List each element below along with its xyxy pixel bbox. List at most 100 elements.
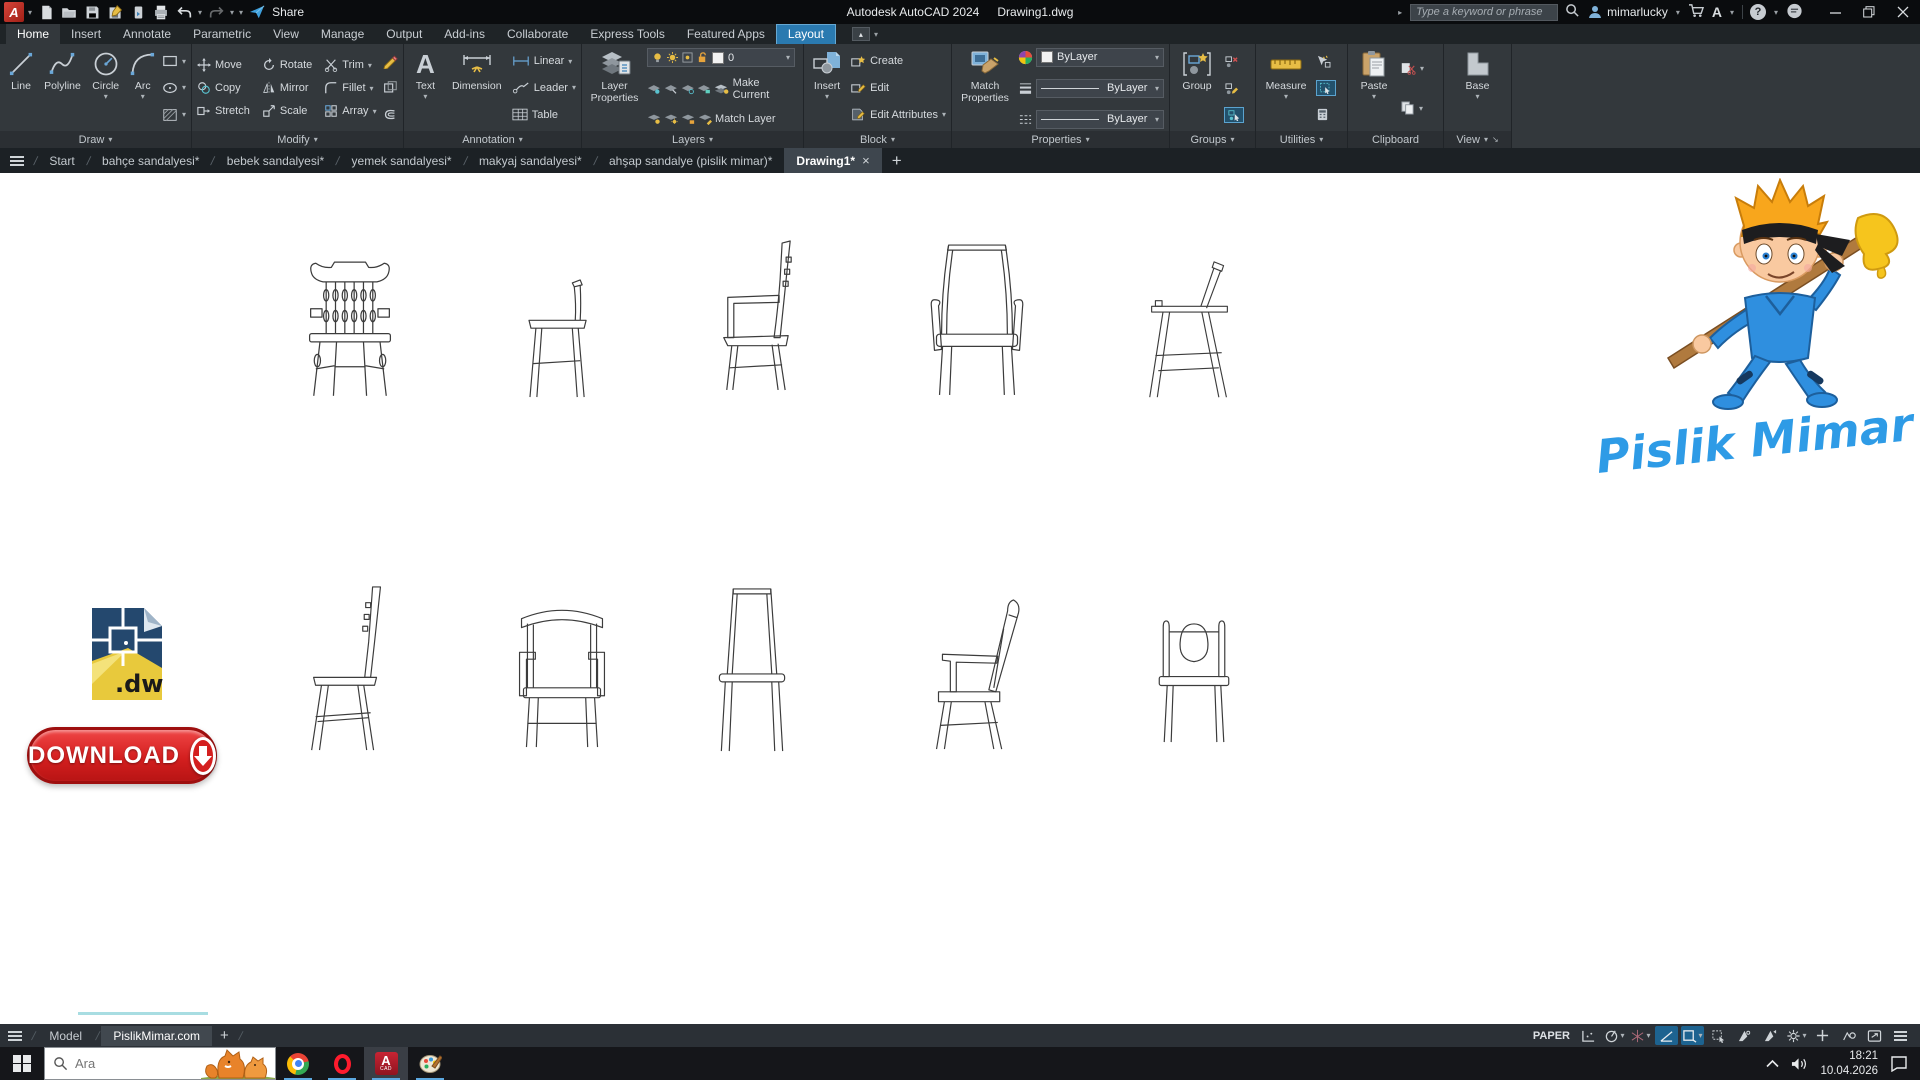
drawing-canvas[interactable]: Pislik Mimar .dwg DOWNLOAD <box>0 173 1920 1024</box>
chair-drawing-armchair-front[interactable] <box>928 239 1026 404</box>
panel-label-properties[interactable]: Properties▾ <box>952 131 1169 148</box>
annotation-visibility-toggle[interactable] <box>1733 1026 1756 1045</box>
match-layer-button[interactable]: Match Layer <box>715 113 776 125</box>
stretch-button[interactable]: Stretch <box>197 102 250 120</box>
taskbar-paint-icon[interactable] <box>408 1047 452 1080</box>
measure-button[interactable]: Measure▾ <box>1261 47 1311 129</box>
minimize-button[interactable] <box>1818 0 1852 24</box>
arc-button[interactable]: Arc▾ <box>129 47 157 129</box>
leader-button[interactable]: Leader▾ <box>512 79 576 97</box>
linear-dimension-button[interactable]: Linear▾ <box>512 52 576 70</box>
model-tab[interactable]: Model <box>37 1026 94 1046</box>
taskbar-autocad-icon[interactable]: ACAD <box>364 1047 408 1080</box>
taskbar-clock[interactable]: 18:21 10.04.2026 <box>1820 1049 1878 1078</box>
redo-icon[interactable] <box>206 2 226 22</box>
calculator-button[interactable] <box>1316 105 1336 123</box>
file-tabs-menu-icon[interactable] <box>0 148 34 173</box>
rotate-button[interactable]: Rotate <box>262 56 312 74</box>
tab-view[interactable]: View <box>262 24 310 44</box>
taskbar-chrome-icon[interactable] <box>276 1047 320 1080</box>
panel-label-annotation[interactable]: Annotation▾ <box>404 131 581 148</box>
layer-select[interactable]: 0 ▾ <box>647 48 795 67</box>
help-dropdown-icon[interactable]: ▾ <box>1773 8 1779 17</box>
object-snap-toggle[interactable]: ▾ <box>1681 1026 1704 1045</box>
taskbar-search[interactable] <box>44 1047 276 1080</box>
cart-icon[interactable] <box>1688 3 1705 21</box>
customization-menu-icon[interactable] <box>1889 1026 1912 1045</box>
quick-calc-button[interactable] <box>1316 80 1336 96</box>
group-selection-toggle[interactable] <box>1224 107 1244 123</box>
mirror-button[interactable]: Mirror <box>262 79 312 97</box>
chair-drawing-oval-back-front[interactable] <box>1150 615 1238 753</box>
quick-select-button[interactable] <box>1316 53 1336 71</box>
tab-add-ins[interactable]: Add-ins <box>433 24 496 44</box>
dynamic-input-toggle[interactable]: ▾ <box>1603 1026 1626 1045</box>
chair-drawing-ladder-side[interactable] <box>300 583 398 761</box>
new-file-icon[interactable] <box>36 2 56 22</box>
array-button[interactable]: Array▾ <box>324 102 376 120</box>
new-layout-button[interactable]: + <box>212 1027 237 1044</box>
tab-manage[interactable]: Manage <box>310 24 375 44</box>
save-as-icon[interactable] <box>105 2 125 22</box>
tab-express-tools[interactable]: Express Tools <box>579 24 675 44</box>
polar-tracking-toggle[interactable] <box>1655 1026 1678 1045</box>
cut-button[interactable]: ▾ <box>1400 59 1424 77</box>
plus-button[interactable] <box>1811 1026 1834 1045</box>
autocad-app-icon[interactable]: A <box>4 2 24 22</box>
panel-label-block[interactable]: Block▾ <box>804 131 951 148</box>
new-drawing-button[interactable]: + <box>882 148 912 173</box>
panel-label-clipboard[interactable]: Clipboard <box>1348 131 1443 148</box>
close-button[interactable] <box>1886 0 1920 24</box>
file-tab-makyaj[interactable]: makyaj sandalyesi* <box>467 148 594 173</box>
file-tab-drawing1[interactable]: Drawing1* × <box>784 148 881 173</box>
group-edit-button[interactable] <box>1224 80 1244 98</box>
lineweight-select[interactable]: ByLayer▾ <box>1036 79 1164 98</box>
ellipse-tool-button[interactable]: ▾ <box>162 79 186 97</box>
tab-layout[interactable]: Layout <box>776 24 836 44</box>
user-dropdown-icon[interactable]: ▾ <box>1675 8 1681 17</box>
fillet-button[interactable]: Fillet▾ <box>324 79 376 97</box>
space-indicator[interactable]: PAPER <box>1533 1030 1570 1042</box>
file-tab-start[interactable]: Start <box>37 148 86 173</box>
undo-dropdown-icon[interactable]: ▾ <box>197 8 203 17</box>
file-tab-bahce[interactable]: bahçe sandalyesi* <box>90 148 211 173</box>
action-center-icon[interactable] <box>1890 1056 1908 1072</box>
ribbon-collapse-dropdown-icon[interactable]: ▾ <box>873 30 879 39</box>
file-tab-yemek[interactable]: yemek sandalyesi* <box>340 148 464 173</box>
rectangle-tool-button[interactable]: ▾ <box>162 52 186 70</box>
share-label[interactable]: Share <box>272 5 304 19</box>
table-button[interactable]: Table <box>512 106 576 124</box>
search-expand-icon[interactable]: ▸ <box>1397 8 1403 17</box>
autodesk-dropdown-icon[interactable]: ▾ <box>1729 8 1735 17</box>
search-highlight-art[interactable] <box>201 1048 275 1080</box>
grid-toggle[interactable] <box>1577 1026 1600 1045</box>
tab-featured-apps[interactable]: Featured Apps <box>676 24 776 44</box>
restore-button[interactable] <box>1852 0 1886 24</box>
selection-cycling-toggle[interactable] <box>1707 1026 1730 1045</box>
panel-label-view[interactable]: View▾ ↘ <box>1444 131 1511 148</box>
copy-clip-button[interactable]: ▾ <box>1400 99 1424 117</box>
chair-drawing-high-chair-side[interactable] <box>1142 259 1237 406</box>
move-button[interactable]: Move <box>197 56 250 74</box>
autodesk-icon[interactable]: A <box>1712 4 1722 20</box>
layout-menu-icon[interactable] <box>0 1031 30 1041</box>
annotation-autoscale-toggle[interactable] <box>1759 1026 1782 1045</box>
isodraft-toggle[interactable]: ▾ <box>1629 1026 1652 1045</box>
print-icon[interactable] <box>151 2 171 22</box>
help-search-input[interactable] <box>1410 4 1558 21</box>
user-account[interactable]: mimarlucky <box>1587 4 1668 20</box>
redo-dropdown-icon[interactable]: ▾ <box>229 8 235 17</box>
overkill-button[interactable] <box>382 106 398 124</box>
publish-icon[interactable] <box>128 2 148 22</box>
trim-button[interactable]: Trim▾ <box>324 56 376 74</box>
chair-drawing-simple-front[interactable] <box>706 585 798 762</box>
layout-tab-pislikmimar[interactable]: PislikMimar.com <box>101 1026 212 1046</box>
create-block-button[interactable]: Create <box>850 52 946 70</box>
chair-drawing-armchair-side[interactable] <box>718 239 810 399</box>
insert-block-button[interactable]: Insert▾ <box>809 47 845 129</box>
share-icon[interactable] <box>247 2 267 22</box>
erase-button[interactable] <box>382 52 398 70</box>
qat-customize-icon[interactable]: ▾ <box>238 8 244 17</box>
tab-parametric[interactable]: Parametric <box>182 24 262 44</box>
taskbar-opera-icon[interactable] <box>320 1047 364 1080</box>
